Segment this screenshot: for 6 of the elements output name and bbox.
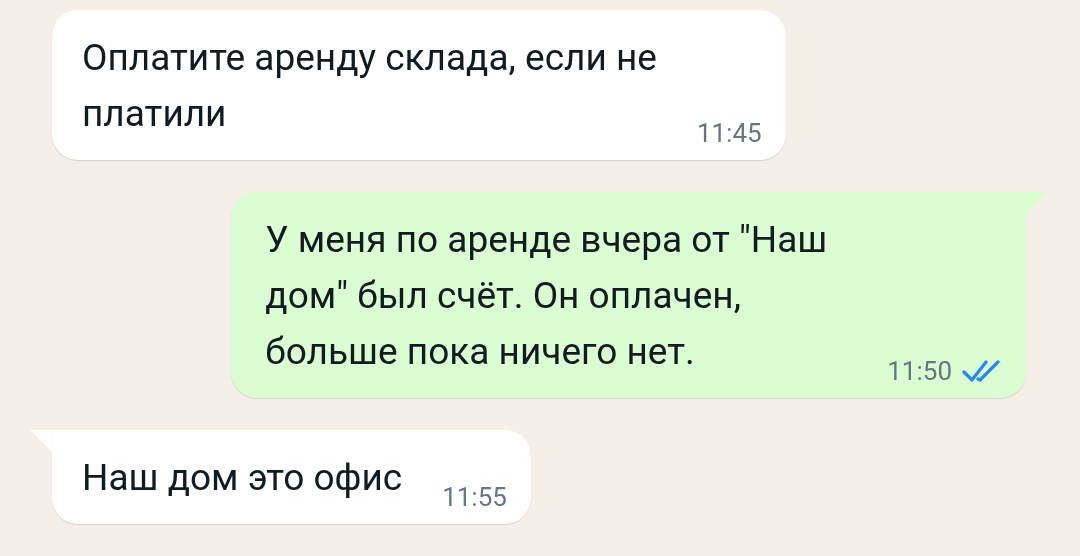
message-text: Наш дом это офис (82, 455, 403, 501)
message-text: Оплатите аренду склада, если не платили (82, 35, 657, 137)
message-time: 11:50 (887, 356, 952, 386)
message-time: 11:45 (696, 118, 762, 148)
message-time: 11:55 (442, 482, 507, 512)
message-text: У меня по аренде вчера от "Наш дом" был счёт. Он оплачен, больше пока ничего нет. (265, 217, 828, 375)
